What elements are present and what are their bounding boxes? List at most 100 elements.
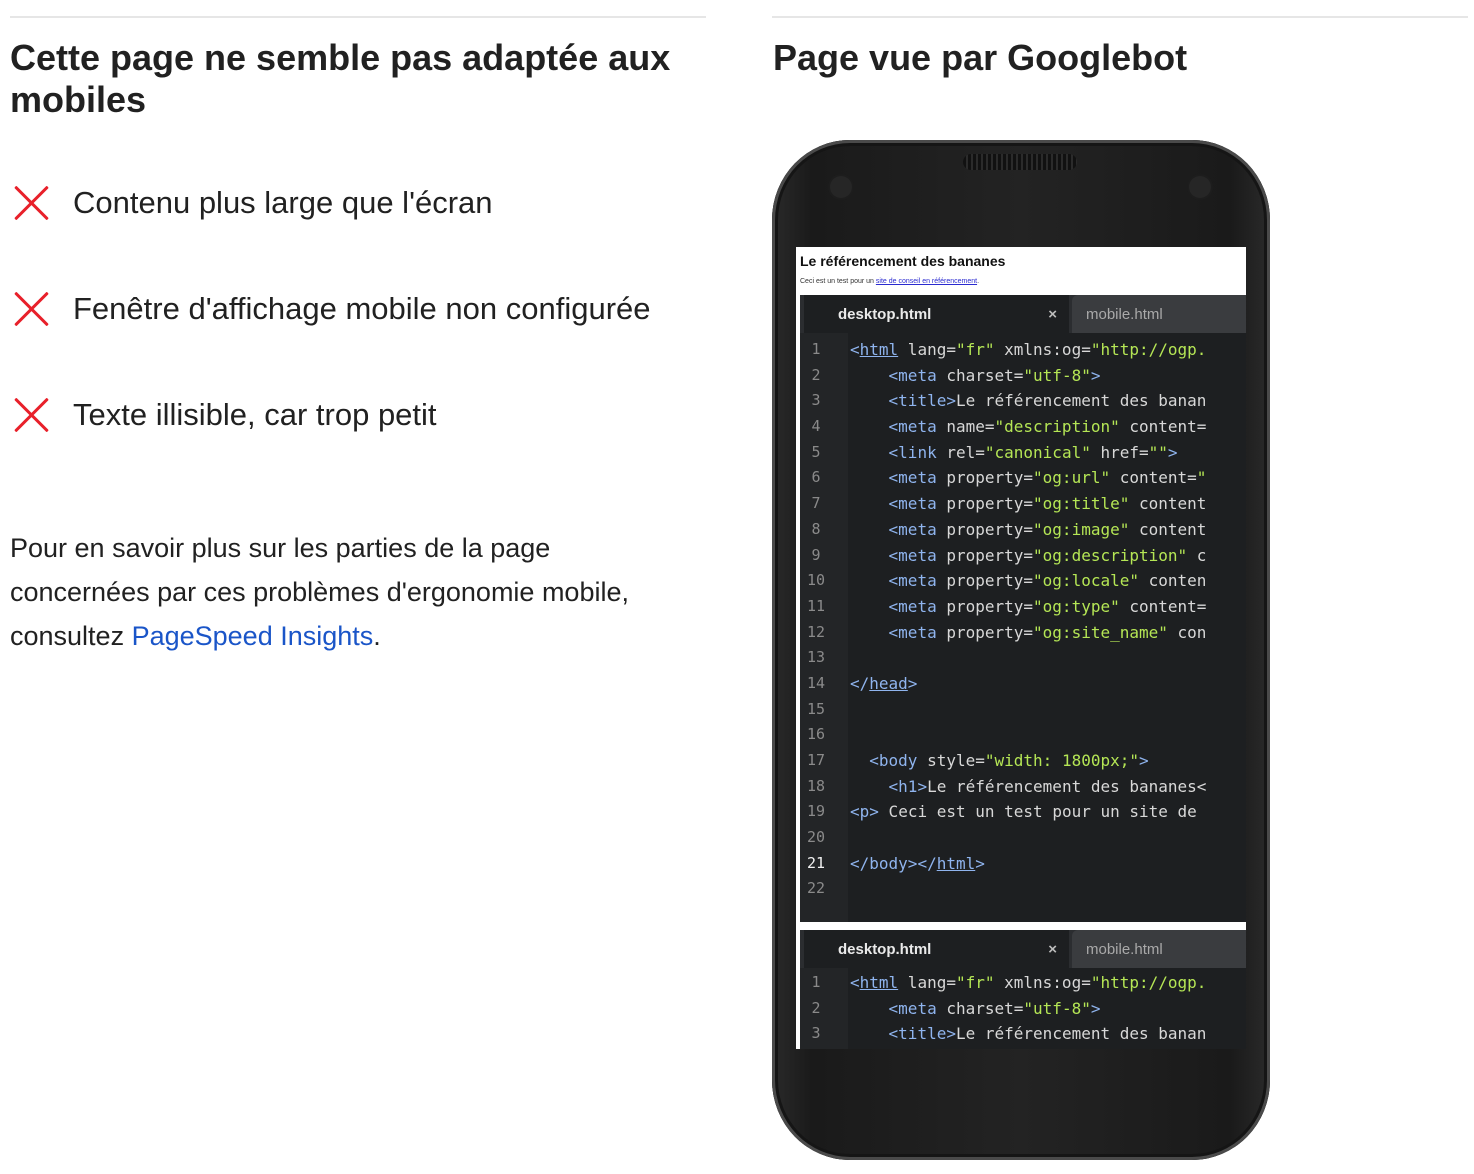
- code-text: <meta charset="utf-8">: [888, 998, 1101, 1018]
- rendered-page-title: Le référencement des bananes: [800, 253, 1006, 269]
- code-line: 1 <html lang="fr" xmlns:og="http://ogp.: [800, 970, 1246, 996]
- line-number: 19: [806, 802, 826, 821]
- page-title: Cette page ne semble pas adaptée aux mob…: [10, 37, 700, 121]
- tab-mobile-html: mobile.html: [1072, 930, 1246, 968]
- code-text: <meta property="og:url" content=": [888, 468, 1207, 488]
- info-line: .: [373, 621, 381, 651]
- tab-label: desktop.html: [838, 940, 932, 958]
- code-text: <html lang="fr" xmlns:og="http://ogp.: [850, 340, 1207, 359]
- code-text: <link rel="canonical" href="">: [888, 442, 1178, 462]
- rendered-page-text: Ceci est un test pour un site de conseil…: [800, 278, 979, 285]
- code-line: 18 <h1>Le référencement des bananes<: [800, 774, 1246, 800]
- info-line: concernées par ces problèmes d'ergonomie…: [10, 577, 629, 607]
- line-number: 5: [811, 442, 821, 461]
- code-line: 11 <meta property="og:type" content=: [800, 594, 1246, 620]
- code-text: <meta charset="utf-8">: [888, 365, 1101, 385]
- code-text: <meta name="description" content=: [888, 417, 1207, 437]
- code-line: 15: [800, 697, 1246, 723]
- divider: [772, 16, 1468, 18]
- line-number: 16: [806, 725, 826, 744]
- line-number: 1: [811, 340, 821, 358]
- code-line: 5 <link rel="canonical" href="">: [800, 440, 1246, 466]
- code-line: 3 <title>Le référencement des banan: [800, 388, 1246, 414]
- issue-label: Contenu plus large que l'écran: [73, 185, 493, 220]
- code-line: 13: [800, 645, 1246, 671]
- code-line: 10 <meta property="og:locale" conten: [800, 568, 1246, 594]
- line-number: 7: [811, 494, 821, 513]
- issue-item: Texte illisible, car trop petit: [10, 393, 437, 437]
- code-line: 6 <meta property="og:url" content=": [800, 465, 1246, 491]
- line-number: 2: [811, 998, 821, 1017]
- code-text: </body></html>: [850, 853, 985, 873]
- divider: [10, 16, 706, 18]
- line-number: 12: [806, 622, 826, 641]
- code-line: 12 <meta property="og:site_name" con: [800, 620, 1246, 646]
- sensor-icon: [830, 176, 852, 198]
- code-line: 22: [800, 876, 1246, 902]
- code-area: 1 <html lang="fr" xmlns:og="http://ogp. 2 …: [800, 968, 1246, 1049]
- line-number: 8: [811, 519, 821, 538]
- code-line: 19 <p> Ceci est un test pour un site de: [800, 799, 1246, 825]
- line-number: 22: [806, 879, 826, 898]
- tab-desktop-html: desktop.html ×: [804, 295, 1069, 333]
- rendered-text: Ceci est un test pour un: [800, 278, 876, 285]
- line-number: 6: [811, 468, 821, 487]
- info-line: consultez: [10, 621, 132, 651]
- tab-desktop-html: desktop.html ×: [804, 930, 1069, 968]
- info-paragraph: Pour en savoir plus sur les parties de l…: [10, 526, 690, 658]
- line-number: 21: [806, 853, 826, 872]
- googlebot-title: Page vue par Googlebot: [773, 37, 1188, 78]
- rendered-text: .: [977, 278, 980, 285]
- code-line: 4 <meta name="description" content=: [800, 414, 1246, 440]
- close-icon: ×: [1048, 940, 1057, 958]
- code-text: <meta property="og:type" content=: [888, 596, 1207, 616]
- page-title-line2: mobiles: [10, 79, 147, 120]
- code-text: <meta property="og:image" content: [888, 519, 1207, 539]
- line-number: 1: [811, 973, 821, 991]
- code-line: 14 </head>: [800, 671, 1246, 697]
- editor-tab-bar: desktop.html × mobile.html: [800, 930, 1246, 968]
- code-line: 2 <meta charset="utf-8">: [800, 996, 1246, 1022]
- phone-screen: Le référencement des bananes Ceci est un…: [796, 247, 1246, 1049]
- issue-item: Contenu plus large que l'écran: [10, 181, 493, 225]
- code-text: <meta property="og:locale" conten: [888, 571, 1207, 591]
- x-icon: [10, 182, 52, 224]
- code-area: 1 <html lang="fr" xmlns:og="http://ogp. 2 …: [800, 333, 1246, 922]
- line-number: 3: [811, 1024, 821, 1043]
- close-icon: ×: [1048, 305, 1057, 323]
- x-icon: [10, 288, 52, 330]
- code-line: 7 <meta property="og:title" content: [800, 491, 1246, 517]
- issue-label: Texte illisible, car trop petit: [73, 397, 437, 432]
- x-icon: [10, 394, 52, 436]
- code-text: <p> Ceci est un test pour un site de: [850, 802, 1197, 822]
- pagespeed-insights-link[interactable]: PageSpeed Insights: [132, 621, 374, 651]
- code-line: 9 <meta property="og:description" c: [800, 543, 1246, 569]
- speaker-grille: [963, 154, 1077, 170]
- editor-tab-bar: desktop.html × mobile.html: [800, 295, 1246, 333]
- camera-icon: [1189, 176, 1211, 198]
- tab-label: mobile.html: [1086, 305, 1163, 323]
- tab-label: desktop.html: [838, 305, 932, 323]
- tab-mobile-html: mobile.html: [1072, 295, 1246, 333]
- code-editor-screenshot: desktop.html × mobile.html 1 <html lang="…: [800, 930, 1246, 1049]
- code-line: 16: [800, 722, 1246, 748]
- code-line: 17 <body style="width: 1800px;">: [800, 748, 1246, 774]
- line-number: 13: [806, 648, 826, 667]
- code-line: 8 <meta property="og:image" content: [800, 517, 1246, 543]
- code-text: <body style="width: 1800px;">: [869, 751, 1149, 770]
- line-number: 20: [806, 828, 826, 847]
- line-number: 4: [811, 417, 821, 436]
- line-number: 11: [806, 596, 826, 615]
- code-line: 3 <title>Le référencement des banan: [800, 1021, 1246, 1047]
- line-number: 3: [811, 391, 821, 410]
- code-text: </head>: [850, 673, 918, 693]
- code-text: <title>Le référencement des banan: [888, 1024, 1207, 1044]
- line-number: 15: [806, 699, 826, 718]
- line-number: 17: [806, 751, 826, 769]
- code-editor-screenshot: desktop.html × mobile.html 1 <html lang="…: [800, 295, 1246, 922]
- tab-label: mobile.html: [1086, 940, 1163, 958]
- rendered-page-link[interactable]: site de conseil en référencement: [876, 278, 977, 285]
- issue-item: Fenêtre d'affichage mobile non configuré…: [10, 287, 651, 331]
- code-text: <meta property="og:title" content: [888, 494, 1207, 514]
- code-text: <meta property="og:site_name" con: [888, 622, 1207, 642]
